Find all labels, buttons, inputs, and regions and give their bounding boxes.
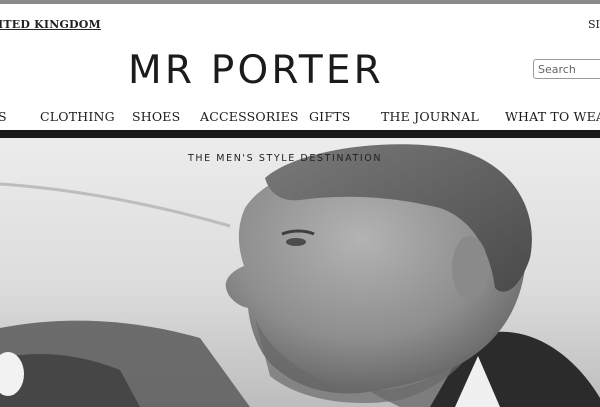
- hero-tagline: THE MEN'S STYLE DESTINATION: [187, 153, 383, 164]
- hero-photo: [0, 138, 600, 407]
- search-input[interactable]: [533, 59, 600, 79]
- nav-item-what-to-wear[interactable]: WHAT TO WEAR: [505, 109, 600, 124]
- sign-in-link[interactable]: SI: [588, 18, 600, 31]
- nav-item-the-journal[interactable]: THE JOURNAL: [381, 109, 479, 124]
- site-logo[interactable]: MR PORTER: [128, 49, 442, 93]
- country-selector-link[interactable]: ITED KINGDOM: [0, 18, 101, 31]
- nav-item-cut-off[interactable]: S: [0, 109, 7, 124]
- nav-divider-bar: [0, 130, 600, 138]
- main-navigation: S CLOTHING SHOES ACCESSORIES GIFTS THE J…: [0, 109, 600, 127]
- nav-item-clothing[interactable]: CLOTHING: [40, 109, 115, 124]
- top-border-strip: [0, 0, 600, 4]
- nav-item-gifts[interactable]: GIFTS: [309, 109, 351, 124]
- nav-item-accessories[interactable]: ACCESSORIES: [200, 109, 299, 124]
- nav-item-shoes[interactable]: SHOES: [132, 109, 180, 124]
- hero-banner[interactable]: THE MEN'S STYLE DESTINATION: [0, 138, 600, 407]
